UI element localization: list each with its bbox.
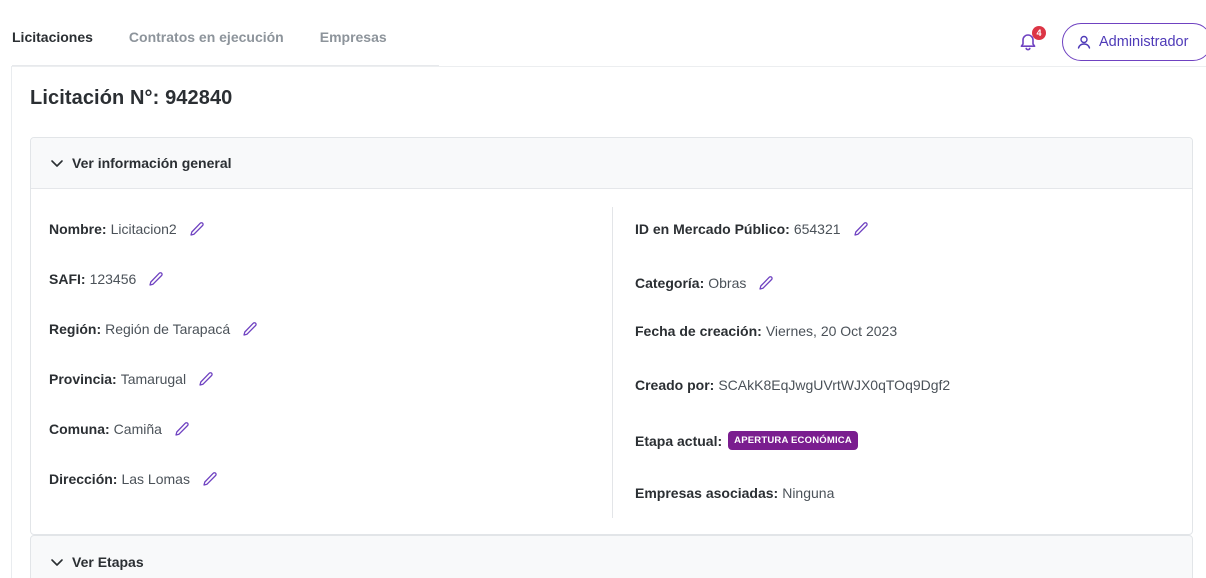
stages-toggle[interactable]: Ver Etapas — [31, 536, 1192, 578]
field-label: Comuna: — [49, 421, 110, 437]
general-info-title: Ver información general — [72, 155, 232, 171]
field-label: Región: — [49, 321, 102, 337]
field-creado-por: Creado por: SCAkK8EqJwgUVrtWJX0qTOq9Dgf2 — [635, 377, 950, 393]
user-icon — [1077, 35, 1091, 49]
column-divider — [612, 207, 613, 518]
field-value: Licitacion2 — [110, 221, 177, 237]
field-value: Obras — [708, 275, 747, 291]
pencil-icon[interactable] — [853, 221, 869, 237]
field-label: Dirección: — [49, 471, 118, 487]
pencil-icon[interactable] — [202, 471, 218, 487]
field-categoria: Categoría: Obras — [635, 275, 774, 291]
field-empresas-asociadas: Empresas asociadas: Ninguna — [635, 485, 834, 501]
general-info-accordion: Ver información general Nombre: Licitaci… — [30, 137, 1193, 535]
field-label: Fecha de creación: — [635, 323, 762, 339]
field-value: Tamarugal — [120, 371, 187, 387]
tab-licitaciones[interactable]: Licitaciones — [12, 29, 93, 45]
nav-tabs: Licitaciones Contratos en ejecución Empr… — [12, 8, 423, 66]
pencil-icon[interactable] — [174, 421, 190, 437]
field-region: Región: Región de Tarapacá — [49, 321, 258, 337]
field-value: Viernes, 20 Oct 2023 — [765, 323, 898, 339]
field-label: Nombre: — [49, 221, 107, 237]
field-label: SAFI: — [49, 271, 86, 287]
stages-accordion: Ver Etapas — [30, 535, 1193, 578]
pencil-icon[interactable] — [148, 271, 164, 287]
field-etapa-actual: Etapa actual: APERTURA ECONÓMICA — [635, 431, 858, 450]
pencil-icon[interactable] — [758, 275, 774, 291]
field-label: Provincia: — [49, 371, 117, 387]
general-info-toggle[interactable]: Ver información general — [31, 138, 1192, 189]
navbar-divider — [12, 66, 1206, 67]
field-value: Camiña — [113, 421, 162, 437]
field-comuna: Comuna: Camiña — [49, 421, 190, 437]
top-navbar: Licitaciones Contratos en ejecución Empr… — [0, 8, 1206, 67]
field-label: Creado por: — [635, 377, 715, 393]
content-left-border — [11, 66, 12, 578]
tab-empresas[interactable]: Empresas — [320, 29, 387, 45]
stage-badge: APERTURA ECONÓMICA — [728, 431, 858, 450]
chevron-down-icon — [51, 160, 63, 167]
field-value: Ninguna — [782, 485, 835, 501]
field-label: Empresas asociadas: — [635, 485, 779, 501]
field-fecha-creacion: Fecha de creación: Viernes, 20 Oct 2023 — [635, 323, 897, 339]
field-value: SCAkK8EqJwgUVrtWJX0qTOq9Dgf2 — [718, 377, 951, 393]
stages-title: Ver Etapas — [72, 553, 144, 570]
user-menu-button[interactable]: Administrador — [1062, 23, 1206, 61]
pencil-icon[interactable] — [198, 371, 214, 387]
field-value: Las Lomas — [121, 471, 190, 487]
field-value: Región de Tarapacá — [105, 321, 231, 337]
user-menu-label: Administrador — [1099, 34, 1189, 50]
field-safi: SAFI: 123456 — [49, 271, 164, 287]
notification-count-badge: 4 — [1032, 26, 1046, 40]
field-label: Categoría: — [635, 275, 705, 291]
field-label: ID en Mercado Público: — [635, 221, 790, 237]
pencil-icon[interactable] — [189, 221, 205, 237]
field-id-mercado-publico: ID en Mercado Público: 654321 — [635, 221, 869, 237]
field-nombre: Nombre: Licitacion2 — [49, 221, 205, 237]
tab-contratos-en-ejecucion[interactable]: Contratos en ejecución — [129, 29, 284, 45]
notifications-button[interactable]: 4 — [1016, 26, 1046, 56]
field-label: Etapa actual: — [635, 432, 723, 449]
pencil-icon[interactable] — [242, 321, 258, 337]
field-direccion: Dirección: Las Lomas — [49, 471, 218, 487]
field-provincia: Provincia: Tamarugal — [49, 371, 214, 387]
chevron-down-icon — [51, 558, 63, 566]
field-value: 654321 — [793, 221, 841, 237]
field-value: 123456 — [89, 271, 137, 287]
page-title: Licitación N°: 942840 — [30, 87, 233, 109]
